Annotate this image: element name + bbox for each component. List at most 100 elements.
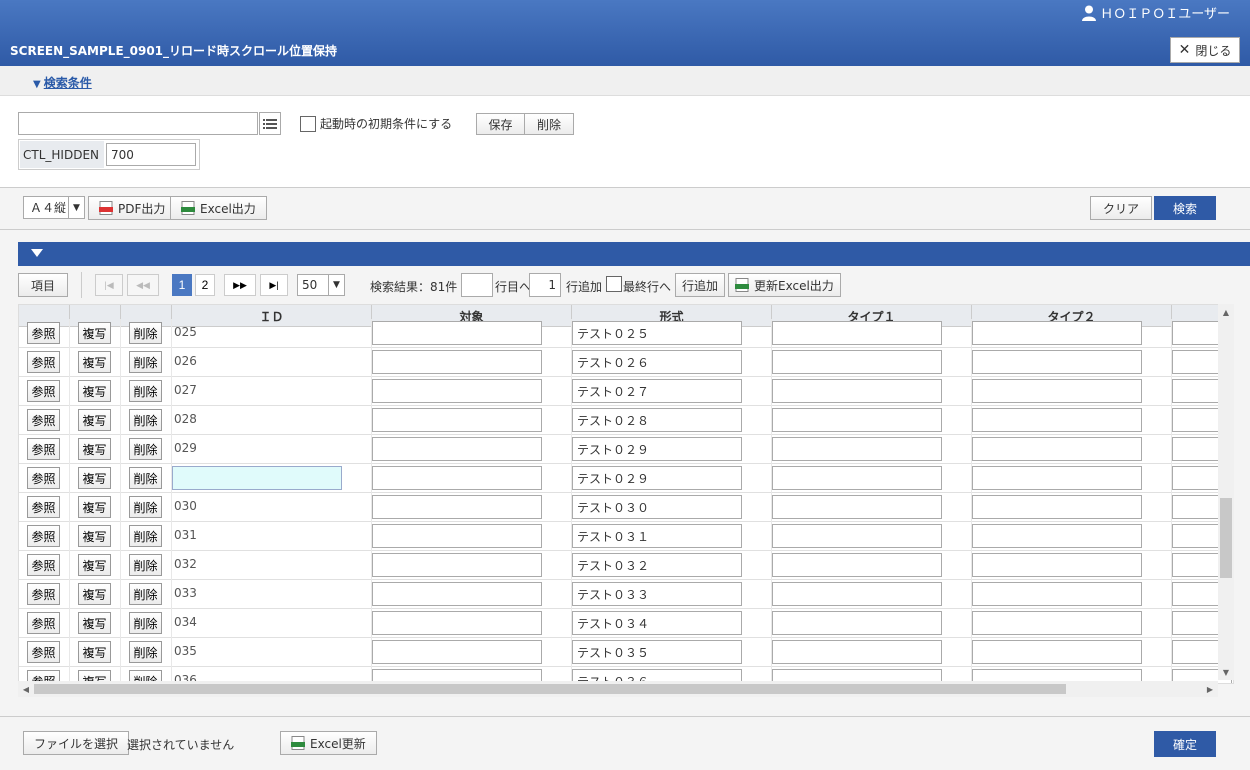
- type-1-input[interactable]: [772, 437, 942, 461]
- delete-row-button[interactable]: 削除: [129, 641, 162, 663]
- type-2-input[interactable]: [972, 379, 1142, 403]
- results-section-header[interactable]: [18, 242, 1250, 266]
- delete-row-button[interactable]: 削除: [129, 438, 162, 460]
- ref-button[interactable]: 参照: [27, 322, 60, 344]
- initial-condition-checkbox[interactable]: [300, 115, 316, 132]
- format-input[interactable]: テスト０３３: [572, 582, 742, 606]
- id-input[interactable]: [172, 466, 342, 490]
- format-input[interactable]: テスト０２７: [572, 379, 742, 403]
- page-1-button[interactable]: 1: [172, 274, 192, 296]
- type-2-input[interactable]: [972, 611, 1142, 635]
- delete-condition-button[interactable]: 削除: [525, 113, 574, 135]
- type-1-input[interactable]: [772, 350, 942, 374]
- last-page-button[interactable]: ▶|: [260, 274, 288, 296]
- copy-button[interactable]: 複写: [78, 467, 111, 489]
- type-2-input[interactable]: [972, 524, 1142, 548]
- delete-row-button[interactable]: 削除: [129, 409, 162, 431]
- scroll-right-icon[interactable]: ▶: [1202, 681, 1218, 697]
- delete-row-button[interactable]: 削除: [129, 351, 162, 373]
- type-1-input[interactable]: [772, 582, 942, 606]
- goto-row-input[interactable]: [461, 273, 493, 297]
- type-2-input[interactable]: [972, 553, 1142, 577]
- page-size-select[interactable]: 50 ▼: [297, 274, 345, 296]
- format-input[interactable]: テスト０３１: [572, 524, 742, 548]
- target-input[interactable]: [372, 321, 542, 345]
- format-input[interactable]: テスト０２６: [572, 350, 742, 374]
- delete-row-button[interactable]: 削除: [129, 554, 162, 576]
- format-input[interactable]: テスト０３４: [572, 611, 742, 635]
- target-input[interactable]: [372, 611, 542, 635]
- copy-button[interactable]: 複写: [78, 554, 111, 576]
- delete-row-button[interactable]: 削除: [129, 380, 162, 402]
- format-input[interactable]: テスト０２９: [572, 466, 742, 490]
- type-2-input[interactable]: [972, 350, 1142, 374]
- columns-button[interactable]: 項目: [18, 273, 68, 297]
- scroll-thumb[interactable]: [1220, 498, 1232, 578]
- ctl-hidden-input[interactable]: 700: [106, 143, 196, 166]
- target-input[interactable]: [372, 379, 542, 403]
- user-menu[interactable]: ＨＯＩＰＯＩユーザー: [1082, 3, 1230, 22]
- type-1-input[interactable]: [772, 321, 942, 345]
- ref-button[interactable]: 参照: [27, 525, 60, 547]
- delete-row-button[interactable]: 削除: [129, 322, 162, 344]
- delete-row-button[interactable]: 削除: [129, 612, 162, 634]
- type-1-input[interactable]: [772, 611, 942, 635]
- type-1-input[interactable]: [772, 553, 942, 577]
- ref-button[interactable]: 参照: [27, 496, 60, 518]
- scroll-down-icon[interactable]: ▼: [1218, 664, 1234, 680]
- target-input[interactable]: [372, 495, 542, 519]
- target-input[interactable]: [372, 350, 542, 374]
- pdf-export-button[interactable]: PDF出力: [88, 196, 177, 220]
- page-2-button[interactable]: 2: [195, 274, 215, 296]
- first-page-button[interactable]: |◀: [95, 274, 123, 296]
- target-input[interactable]: [372, 524, 542, 548]
- search-conditions-toggle[interactable]: ▼ 検索条件: [33, 74, 92, 91]
- ref-button[interactable]: 参照: [27, 380, 60, 402]
- delete-row-button[interactable]: 削除: [129, 496, 162, 518]
- format-input[interactable]: テスト０２８: [572, 408, 742, 432]
- target-input[interactable]: [372, 640, 542, 664]
- ref-button[interactable]: 参照: [27, 612, 60, 634]
- copy-button[interactable]: 複写: [78, 438, 111, 460]
- ref-button[interactable]: 参照: [27, 409, 60, 431]
- type-1-input[interactable]: [772, 640, 942, 664]
- delete-row-button[interactable]: 削除: [129, 525, 162, 547]
- choose-file-button[interactable]: ファイルを選択: [23, 731, 130, 755]
- type-2-input[interactable]: [972, 408, 1142, 432]
- add-row-count-input[interactable]: 1: [529, 273, 561, 297]
- target-input[interactable]: [372, 408, 542, 432]
- delete-row-button[interactable]: 削除: [129, 467, 162, 489]
- save-condition-button[interactable]: 保存: [476, 113, 525, 135]
- condition-select-input[interactable]: [18, 112, 258, 135]
- close-button[interactable]: ✕ 閉じる: [1170, 37, 1240, 63]
- clear-button[interactable]: クリア: [1090, 196, 1152, 220]
- excel-export-button[interactable]: Excel出力: [170, 196, 267, 220]
- format-input[interactable]: テスト０３５: [572, 640, 742, 664]
- scroll-left-icon[interactable]: ◀: [18, 681, 34, 697]
- type-1-input[interactable]: [772, 379, 942, 403]
- confirm-button[interactable]: 確定: [1154, 731, 1216, 757]
- copy-button[interactable]: 複写: [78, 525, 111, 547]
- copy-button[interactable]: 複写: [78, 641, 111, 663]
- type-2-input[interactable]: [972, 466, 1142, 490]
- copy-button[interactable]: 複写: [78, 409, 111, 431]
- ref-button[interactable]: 参照: [27, 583, 60, 605]
- type-2-input[interactable]: [972, 495, 1142, 519]
- type-1-input[interactable]: [772, 524, 942, 548]
- type-2-input[interactable]: [972, 321, 1142, 345]
- ref-button[interactable]: 参照: [27, 438, 60, 460]
- ref-button[interactable]: 参照: [27, 641, 60, 663]
- type-2-input[interactable]: [972, 582, 1142, 606]
- delete-row-button[interactable]: 削除: [129, 583, 162, 605]
- ref-button[interactable]: 参照: [27, 467, 60, 489]
- type-2-input[interactable]: [972, 437, 1142, 461]
- ref-button[interactable]: 参照: [27, 351, 60, 373]
- copy-button[interactable]: 複写: [78, 322, 111, 344]
- type-1-input[interactable]: [772, 466, 942, 490]
- target-input[interactable]: [372, 553, 542, 577]
- search-button[interactable]: 検索: [1154, 196, 1216, 220]
- goto-last-row-checkbox[interactable]: [606, 276, 622, 292]
- copy-button[interactable]: 複写: [78, 380, 111, 402]
- grid-horizontal-scrollbar[interactable]: ◀ ▶: [18, 681, 1218, 697]
- ref-button[interactable]: 参照: [27, 554, 60, 576]
